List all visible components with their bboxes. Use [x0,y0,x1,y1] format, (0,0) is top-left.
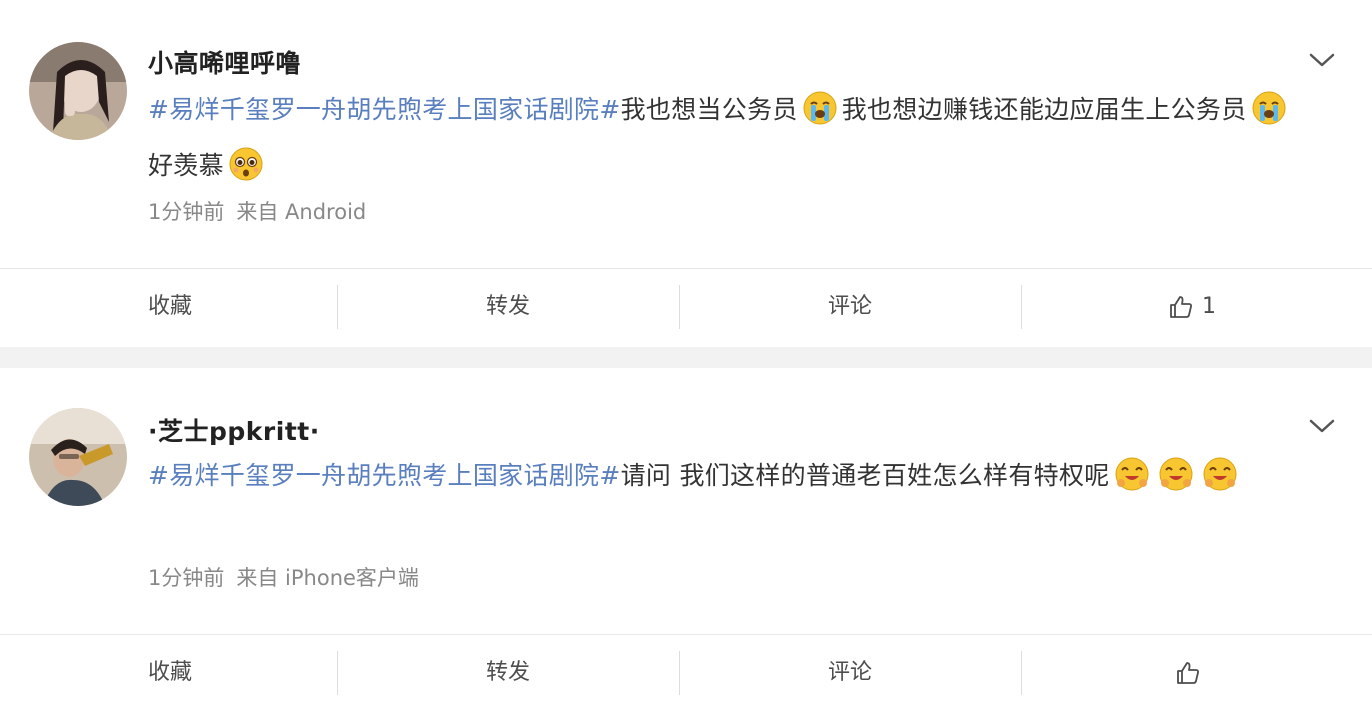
chevron-down-icon[interactable] [1308,417,1336,435]
hugging-face-icon [1203,457,1237,491]
hashtag-link[interactable]: #易烊千玺罗一舟胡先煦考上国家话剧院# [148,95,621,124]
post-text-segment: 请问 我们这样的普通老百姓怎么样有特权呢 [620,461,1110,490]
hashtag-link[interactable]: #易烊千玺罗一舟胡先煦考上国家话剧院# [148,461,621,490]
post-card-1: 小高唏哩呼噜 #易烊千玺罗一舟胡先煦考上国家话剧院#我也想当公务员 我也想边赚钱… [0,0,1372,268]
comment-button[interactable]: 评论 [680,635,1020,708]
post-text-segment: 好羡慕 [148,151,224,180]
thumbs-up-icon [1177,662,1199,684]
comment-button[interactable]: 评论 [680,269,1020,345]
post-source: 来自 iPhone客户端 [236,566,419,590]
username[interactable]: 小高唏哩呼噜 [148,44,301,80]
collect-button[interactable]: 收藏 [0,269,340,345]
post-meta: 1分钟前 来自 Android [148,196,366,226]
post-time: 1分钟前 [148,566,225,590]
post-source: 来自 Android [236,200,367,224]
hugging-face-icon [1159,457,1193,491]
repost-button[interactable]: 转发 [338,269,678,345]
like-button[interactable]: 1 [1022,269,1362,345]
avatar-woman-icon [29,42,127,140]
post-content: #易烊千玺罗一舟胡先煦考上国家话剧院#我也想当公务员 我也想边赚钱还能边应届生上… [148,82,1298,194]
pleading-face-icon [229,147,263,181]
post-meta: 1分钟前 来自 iPhone客户端 [148,562,419,592]
like-button[interactable] [1022,635,1362,708]
chevron-down-icon[interactable] [1308,51,1336,69]
action-bar: 收藏 转发 评论 [0,634,1372,708]
post-content: #易烊千玺罗一舟胡先煦考上国家话剧院#请问 我们这样的普通老百姓怎么样有特权呢 [148,448,1298,504]
username[interactable]: ·芝士ppkritt· [148,412,320,448]
avatar-man-icon [29,408,127,506]
user-avatar[interactable] [29,42,127,140]
hugging-face-icon [1115,457,1149,491]
post-time: 1分钟前 [148,200,225,224]
action-bar: 收藏 转发 评论 1 [0,268,1372,347]
repost-button[interactable]: 转发 [338,635,678,708]
post-text-segment: 我也想当公务员 [620,95,798,124]
post-text-segment: 我也想边赚钱还能边应届生上公务员 [841,95,1247,124]
user-avatar[interactable] [29,408,127,506]
thumbs-up-icon [1170,296,1192,318]
like-count: 1 [1202,294,1216,319]
crying-face-icon [803,91,837,125]
collect-button[interactable]: 收藏 [0,635,340,708]
weibo-comment-feed: 小高唏哩呼噜 #易烊千玺罗一舟胡先煦考上国家话剧院#我也想当公务员 我也想边赚钱… [0,0,1372,708]
post-card-2: ·芝士ppkritt· #易烊千玺罗一舟胡先煦考上国家话剧院#请问 我们这样的普… [0,368,1372,634]
crying-face-icon [1252,91,1286,125]
